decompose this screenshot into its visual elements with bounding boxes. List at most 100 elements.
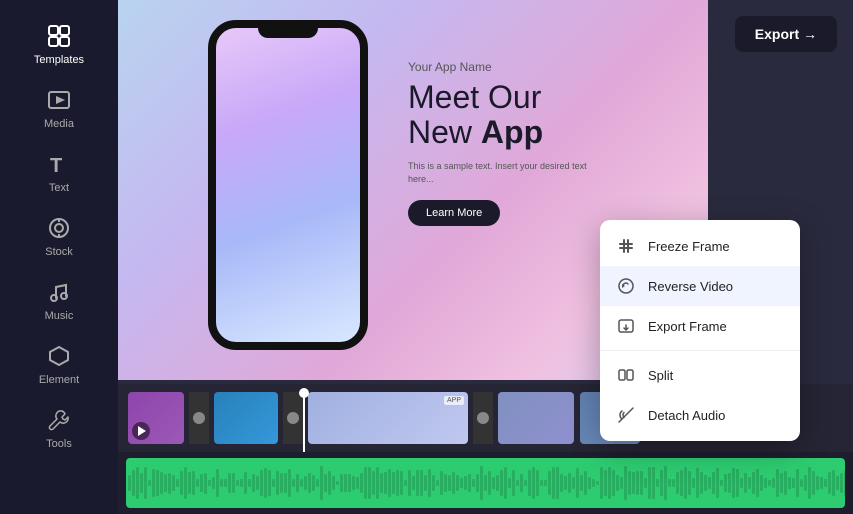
- waveform-bar: [244, 472, 247, 494]
- waveform-bar: [324, 474, 327, 491]
- waveform-bar: [292, 479, 295, 487]
- menu-item-split[interactable]: Split: [600, 355, 800, 395]
- waveform-bar: [544, 480, 547, 485]
- keyframe-3: [477, 412, 489, 424]
- waveform-bar: [248, 479, 251, 487]
- sidebar-item-stock[interactable]: Stock: [0, 204, 118, 268]
- waveform-bar: [176, 479, 179, 487]
- waveform-bar: [264, 468, 267, 498]
- waveform-bar: [376, 467, 379, 499]
- waveform-bar: [748, 477, 751, 489]
- waveform-bar: [572, 477, 575, 488]
- sidebar-item-music[interactable]: Music: [0, 268, 118, 332]
- waveform-bar: [272, 479, 275, 486]
- waveform-bar: [660, 470, 663, 496]
- waveform-bar: [696, 468, 699, 499]
- stock-icon: [45, 214, 73, 242]
- waveform-bar: [768, 480, 771, 486]
- waveform-bar: [424, 475, 427, 491]
- sidebar-label-templates: Templates: [34, 54, 84, 66]
- learn-more-button[interactable]: Learn More: [408, 200, 500, 226]
- sidebar-item-templates[interactable]: Templates: [0, 12, 118, 76]
- split-icon: [616, 365, 636, 385]
- sidebar-item-media[interactable]: Media: [0, 76, 118, 140]
- waveform-bar: [468, 474, 471, 491]
- waveform-bar: [624, 466, 627, 500]
- headline-line1: Meet Our: [408, 79, 541, 115]
- waveform-bar: [720, 480, 723, 485]
- timeline-thumb-3: APP: [308, 392, 468, 444]
- timeline-keyframe-3: [473, 392, 493, 444]
- waveform-bar: [628, 471, 631, 494]
- waveform-bar: [616, 475, 619, 490]
- waveform-bar: [224, 479, 227, 487]
- export-label: Export →: [755, 26, 817, 42]
- menu-item-freeze-frame[interactable]: Freeze Frame: [600, 226, 800, 266]
- waveform-bar: [728, 473, 731, 492]
- waveform-bar: [600, 467, 603, 499]
- svg-text:T: T: [50, 155, 62, 177]
- waveform-bar: [412, 476, 415, 489]
- music-icon: [45, 278, 73, 306]
- menu-item-export-frame[interactable]: Export Frame: [600, 306, 800, 346]
- sidebar-item-text[interactable]: T Text: [0, 140, 118, 204]
- waveform-bar: [480, 466, 483, 499]
- promo-text: Your App Name Meet Our New App This is a…: [408, 60, 588, 226]
- waveform-bar: [436, 480, 439, 486]
- waveform-bar: [584, 471, 587, 494]
- waveform-bar: [652, 467, 655, 499]
- waveform-bar: [464, 476, 467, 490]
- playhead[interactable]: [303, 392, 305, 452]
- waveform-bar: [704, 475, 707, 492]
- menu-item-detach-audio[interactable]: Detach Audio: [600, 395, 800, 435]
- timeline-thumb-1: [128, 392, 184, 444]
- waveform-bar: [508, 478, 511, 488]
- waveform-bar: [488, 471, 491, 495]
- waveform-bar: [732, 468, 735, 497]
- export-button[interactable]: Export →: [735, 16, 837, 52]
- waveform-bar: [684, 467, 687, 499]
- waveform-bar: [336, 481, 339, 486]
- waveform-bar: [372, 471, 375, 495]
- waveform-bar: [352, 476, 355, 489]
- waveform-bar: [132, 470, 135, 497]
- waveform-bar: [800, 479, 803, 488]
- media-icon: [45, 86, 73, 114]
- waveform-bar: [308, 473, 311, 493]
- waveform-bar: [676, 472, 679, 494]
- waveform-bar: [528, 470, 531, 496]
- waveform-bar: [744, 473, 747, 493]
- waveform-bar: [708, 477, 711, 489]
- waveform-bar: [540, 480, 543, 485]
- headline-line2-new: New: [408, 114, 481, 150]
- headline-bold: App: [481, 114, 543, 150]
- sidebar-label-media: Media: [44, 118, 74, 130]
- waveform-bar: [368, 467, 371, 498]
- playhead-head: [299, 388, 309, 398]
- waveform-bar: [196, 479, 199, 487]
- waveform-bar: [764, 478, 767, 488]
- waveform-bar: [512, 470, 515, 496]
- waveform-bar: [184, 467, 187, 499]
- waveform-bar: [808, 467, 811, 499]
- waveform-bar: [576, 468, 579, 498]
- menu-item-reverse-video[interactable]: Reverse Video: [600, 266, 800, 306]
- menu-separator: [600, 350, 800, 351]
- sidebar-label-text: Text: [49, 182, 69, 194]
- sidebar-item-tools[interactable]: Tools: [0, 396, 118, 460]
- waveform-bar: [832, 470, 835, 495]
- waveform-bar: [216, 469, 219, 496]
- waveform-bar: [636, 471, 639, 495]
- freeze-frame-icon: [616, 236, 636, 256]
- waveform-bar: [280, 473, 283, 492]
- waveform-bar: [784, 471, 787, 495]
- menu-label-export-frame: Export Frame: [648, 319, 727, 334]
- waveform-bar: [156, 470, 159, 497]
- sidebar-label-element: Element: [39, 374, 79, 386]
- waveform-bar: [408, 470, 411, 496]
- waveform-bar: [516, 480, 519, 485]
- waveform-bar: [160, 472, 163, 494]
- waveform-bar: [648, 467, 651, 499]
- waveform-bar: [788, 477, 791, 488]
- sidebar-item-element[interactable]: Element: [0, 332, 118, 396]
